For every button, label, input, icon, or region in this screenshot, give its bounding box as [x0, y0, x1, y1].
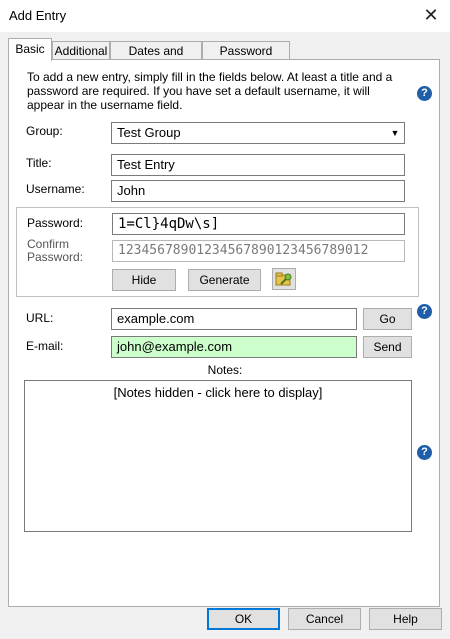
hide-button[interactable]: Hide — [112, 269, 176, 291]
notes-area[interactable]: [Notes hidden - click here to display] — [24, 380, 412, 532]
notes-hidden-text[interactable]: [Notes hidden - click here to display] — [114, 385, 323, 400]
go-button[interactable]: Go — [363, 308, 412, 330]
cancel-button[interactable]: Cancel — [288, 608, 361, 630]
basic-tab-panel: To add a new entry, simply fill in the f… — [8, 59, 440, 607]
group-label: Group: — [26, 124, 63, 138]
dialog-client: Basic Additional Dates and Times Passwor… — [0, 32, 450, 639]
password-group-box: Password: 1=Cl}4qDw\s] Confirm Password:… — [16, 207, 419, 297]
send-button[interactable]: Send — [363, 336, 412, 358]
close-icon[interactable]: ✕ — [418, 3, 444, 27]
group-value: Test Group — [117, 125, 181, 140]
password-input[interactable]: 1=Cl}4qDw\s] — [112, 213, 405, 235]
username-label: Username: — [26, 182, 85, 196]
title-input[interactable]: Test Entry — [111, 154, 405, 176]
tab-additional[interactable]: Additional — [52, 41, 110, 61]
tab-password-policy[interactable]: Password Policy — [202, 41, 290, 77]
key-folder-icon[interactable] — [272, 268, 296, 290]
ok-button[interactable]: OK — [207, 608, 280, 630]
notes-help-icon[interactable]: ? — [417, 445, 432, 460]
url-input[interactable]: example.com — [111, 308, 357, 330]
chevron-down-icon[interactable]: ▼ — [387, 125, 402, 141]
email-label: E-mail: — [26, 339, 64, 353]
title-label: Title: — [26, 156, 52, 170]
password-help-icon[interactable]: ? — [417, 304, 432, 319]
url-label: URL: — [26, 311, 54, 325]
help-button[interactable]: Help — [369, 608, 442, 630]
group-select[interactable]: Test Group ▼ — [111, 122, 405, 144]
confirm-password-label: Confirm Password: — [27, 237, 84, 264]
generate-button[interactable]: Generate — [188, 269, 261, 291]
password-label: Password: — [27, 216, 84, 230]
username-input[interactable]: John — [111, 180, 405, 202]
email-input[interactable]: john@example.com — [111, 336, 357, 358]
title-bar: Add Entry ✕ — [0, 0, 450, 32]
intro-text: To add a new entry, simply fill in the f… — [27, 70, 393, 112]
tab-basic[interactable]: Basic — [8, 38, 52, 61]
window-title: Add Entry — [9, 8, 67, 23]
notes-label: Notes: — [207, 363, 243, 377]
confirm-password-input[interactable]: 12345678901234567890123456789012 — [112, 240, 405, 262]
help-question-icon[interactable]: ? — [417, 86, 432, 101]
tab-dates-and-times[interactable]: Dates and Times — [110, 41, 202, 77]
